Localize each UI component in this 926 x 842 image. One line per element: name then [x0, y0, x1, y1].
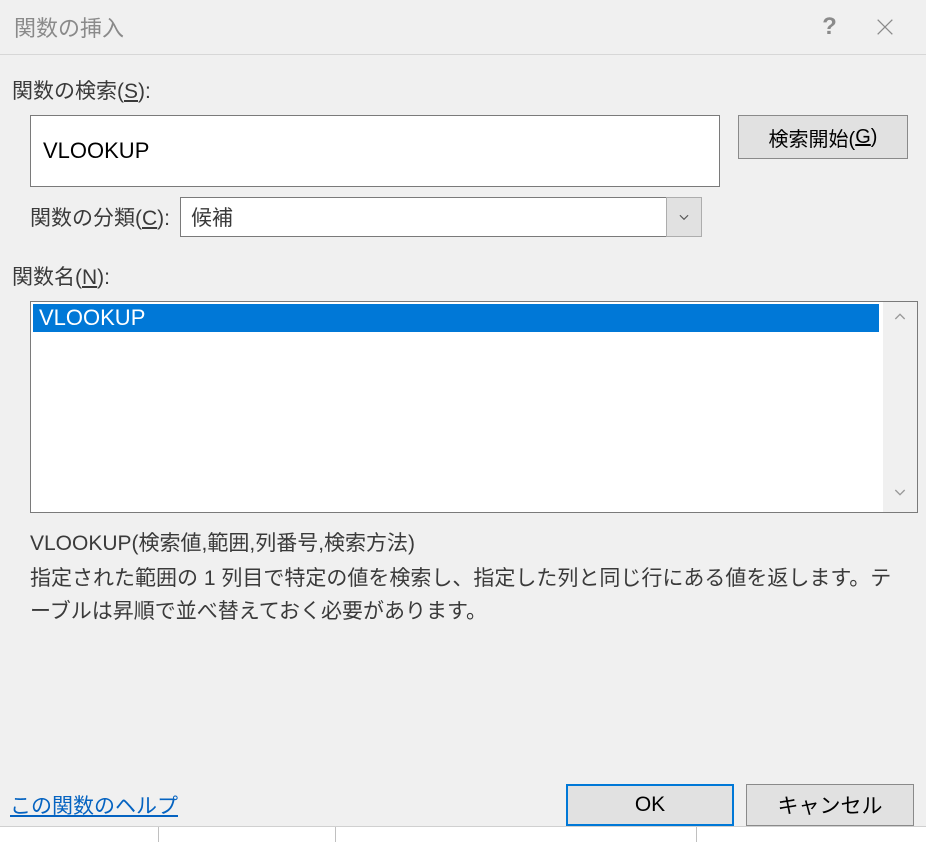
help-button[interactable]: ?: [802, 3, 857, 51]
search-input[interactable]: [30, 115, 720, 187]
function-help-link[interactable]: この関数のヘルプ: [10, 790, 178, 820]
category-selected-value: 候補: [180, 197, 702, 237]
category-select[interactable]: 候補: [180, 197, 702, 237]
function-listbox[interactable]: VLOOKUP: [30, 301, 918, 513]
scroll-up-button[interactable]: [892, 308, 908, 331]
search-label: 関数の検索(S):: [12, 75, 914, 105]
status-bar: [0, 826, 926, 842]
titlebar: 関数の挿入 ?: [0, 0, 926, 55]
listbox-scrollbar[interactable]: [883, 302, 917, 512]
search-go-button[interactable]: 検索開始(G): [738, 115, 908, 159]
function-description: 指定された範囲の 1 列目で特定の値を検索し、指定した列と同じ行にある値を返しま…: [30, 563, 896, 628]
chevron-up-icon: [892, 309, 908, 325]
function-syntax: VLOOKUP(検索値,範囲,列番号,検索方法): [30, 527, 914, 557]
ok-button[interactable]: OK: [566, 784, 734, 826]
close-icon: [874, 16, 896, 38]
function-name-label: 関数名(N):: [12, 261, 914, 291]
dialog-content: 関数の検索(S): 検索開始(G) 関数の分類(C): 候補 関数名(N): V…: [0, 55, 926, 640]
chevron-down-icon: [892, 484, 908, 500]
dialog-title: 関数の挿入: [14, 11, 802, 43]
scroll-down-button[interactable]: [892, 483, 908, 506]
cancel-button[interactable]: キャンセル: [746, 784, 914, 826]
chevron-down-icon: [677, 210, 691, 224]
category-dropdown-button[interactable]: [666, 197, 702, 237]
category-label: 関数の分類(C):: [30, 202, 170, 232]
close-button[interactable]: [857, 3, 912, 51]
function-list-item[interactable]: VLOOKUP: [33, 304, 879, 332]
dialog-footer: この関数のヘルプ OK キャンセル: [0, 784, 926, 826]
